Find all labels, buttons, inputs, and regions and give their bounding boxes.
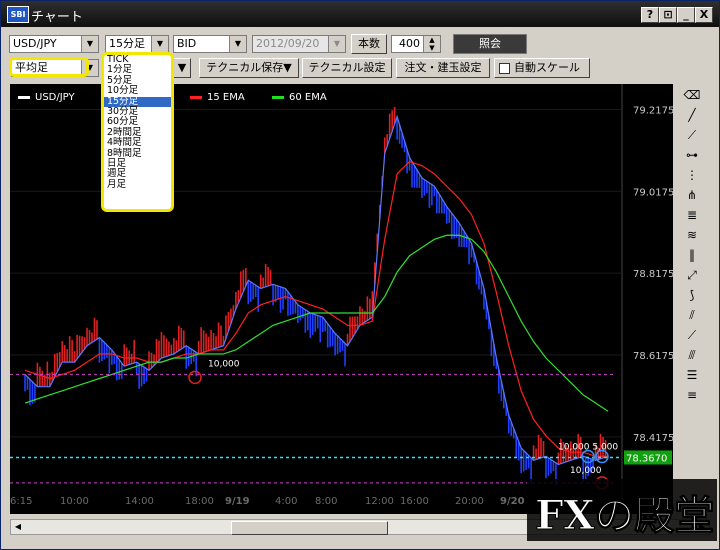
trendline-icon[interactable]: ╱ (683, 106, 701, 124)
order-settings-button[interactable]: 注文・建玉設定 (396, 58, 490, 78)
y-tick-label: 79.2175 (633, 105, 673, 116)
date-value: 2012/09/20 (256, 37, 320, 50)
cycle-icon[interactable]: ‖ (683, 246, 701, 264)
scroll-thumb[interactable] (231, 521, 388, 535)
x-tick-label: 4:00 (275, 496, 297, 507)
close-button[interactable]: X (695, 7, 713, 23)
annotation-label: 10,000 (570, 466, 602, 476)
x-tick-label: 8:00 (315, 496, 337, 507)
bars-icon[interactable]: ≡ (683, 386, 701, 404)
watermark-text: FXの殿堂 (535, 492, 714, 539)
fibonacci-icon[interactable]: ≣ (683, 206, 701, 224)
interval-value: 15分足 (109, 37, 145, 50)
parallel-lines-icon[interactable]: ⫻ (683, 346, 701, 364)
average-highlight (9, 57, 89, 77)
chevron-down-icon: ▼ (151, 36, 168, 52)
ema60-line (24, 234, 609, 412)
checkbox-icon (499, 62, 510, 74)
help-button[interactable]: ? (641, 7, 659, 23)
count-value: 400 (399, 37, 420, 50)
current-price-label: 78.3670 (626, 453, 667, 464)
date-select[interactable]: 2012/09/20 ▼ (252, 35, 346, 53)
tech-save-button[interactable]: テクニカル保存▼ (199, 58, 299, 78)
tech-settings-button[interactable]: テクニカル設定 (302, 58, 392, 78)
y-tick-label: 78.6175 (633, 351, 673, 362)
title-bar: SBI チャート ? ⊡ _ X (1, 1, 719, 27)
x-tick-label: 12:00 (365, 496, 394, 507)
x-tick-label: 6:15 (10, 496, 32, 507)
horizontal-segment-icon[interactable]: ⊶ (683, 146, 701, 164)
chevron-down-icon: ▼ (328, 36, 345, 52)
interval-dropdown: TICK 1分足 5分足 10分足 15分足 30分足 60分足 2時間足 4時間足 8時間足 日足… (101, 52, 174, 212)
stepper-icon[interactable]: ▲ ▼ (423, 36, 440, 52)
chevron-down-icon: ▼ (81, 36, 98, 52)
price-type-value: BID (177, 37, 197, 50)
price-type-select[interactable]: BID ▼ (173, 35, 247, 53)
interval-select[interactable]: 15分足 ▼ (105, 35, 169, 53)
chevron-down-icon: ▼ (229, 36, 246, 52)
auto-scale-label: 自動スケール (514, 61, 580, 74)
scroll-left-icon[interactable]: ◀ (12, 521, 24, 533)
y-tick-label: 78.8175 (633, 269, 673, 280)
interval-option[interactable]: 4時間足 (104, 137, 171, 148)
legend-ema15: 15 EMA (190, 92, 245, 103)
x-tick-label: 9/20 (500, 496, 525, 507)
pitchfork-icon[interactable]: ⟋ (683, 326, 701, 344)
vertical-segment-icon[interactable]: ⋮ (683, 166, 701, 184)
site-watermark: FXの殿堂 (527, 479, 717, 541)
pair-select[interactable]: USD/JPY ▼ (9, 35, 99, 53)
y-tick-label: 78.4175 (633, 433, 673, 444)
pair-value: USD/JPY (13, 37, 57, 50)
x-tick-label: 20:00 (455, 496, 484, 507)
ray-icon[interactable]: ⟋ (683, 126, 701, 144)
detach-button[interactable]: ⊡ (659, 7, 677, 23)
interval-option[interactable]: 10分足 (104, 85, 171, 96)
count-label: 本数 (351, 34, 387, 54)
x-tick-label: 10:00 (60, 496, 89, 507)
interval-option[interactable]: 月足 (104, 179, 171, 190)
x-tick-label: 18:00 (185, 496, 214, 507)
minimize-button[interactable]: _ (677, 7, 695, 23)
levels-icon[interactable]: ☰ (683, 366, 701, 384)
position-marker (188, 370, 202, 385)
gann-icon[interactable]: ⤢ (683, 266, 701, 284)
auto-scale-toggle[interactable]: 自動スケール (494, 58, 590, 78)
annotation-label: 10,000 5,000 (558, 442, 618, 452)
menu-arrow-button[interactable]: ▼ (173, 58, 191, 78)
channel-icon[interactable]: ≋ (683, 226, 701, 244)
x-tick-label: 9/19 (225, 496, 250, 507)
legend-usdjpy: USD/JPY (18, 92, 75, 103)
query-button[interactable]: 照会 (453, 34, 527, 54)
arc-icon[interactable]: ⟆ (683, 286, 701, 304)
count-stepper[interactable]: 400 ▲ ▼ (391, 35, 441, 53)
drawing-toolbar: ⌫ ╱ ⟋ ⊶ ⋮ ⋔ ≣ ≋ ‖ ⤢ ⟆ ⫽ ⟋ ⫻ ☰ ≡ (682, 84, 704, 514)
eraser-icon[interactable]: ⌫ (683, 86, 701, 104)
chart-window: SBI チャート ? ⊡ _ X USD/JPY ▼ 15分足 ▼ BID ▼ 201… (0, 0, 720, 550)
fan-icon[interactable]: ⋔ (683, 186, 701, 204)
y-tick-label: 79.0175 (633, 187, 673, 198)
annotation-label: 10,000 (208, 359, 240, 369)
window-title: チャート (31, 10, 83, 25)
regression-icon[interactable]: ⫽ (683, 306, 701, 324)
legend-ema60: 60 EMA (272, 92, 327, 103)
sbi-logo: SBI (7, 6, 29, 23)
x-tick-label: 16:00 (400, 496, 429, 507)
x-tick-label: 14:00 (125, 496, 154, 507)
